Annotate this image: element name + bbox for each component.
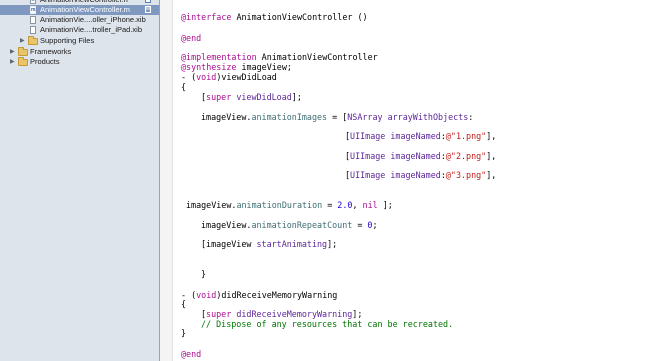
folder-icon — [18, 57, 28, 66]
code-token: )didReceiveMemoryWarning — [216, 290, 338, 300]
navigator-item-label: AnimationViewController.m — [40, 5, 130, 14]
navigator-file[interactable]: m AnimationViewController.m M — [0, 5, 159, 15]
code-token: ]; — [291, 92, 302, 102]
source-file-icon — [30, 26, 36, 34]
code-token: { — [181, 299, 187, 309]
folder-icon — [18, 47, 28, 56]
project-navigator: hAnimationViewController.hAmAnimationVie… — [0, 0, 160, 361]
code-token: = — [352, 220, 368, 230]
code-token: @"3.png" — [445, 170, 487, 180]
code-line[interactable]: } — [201, 268, 206, 280]
code-token: animationImages — [251, 112, 328, 122]
code-line[interactable]: { — [181, 81, 186, 93]
code-token: ], — [486, 170, 497, 180]
code-token: UIImage — [350, 131, 386, 141]
code-token: } — [181, 328, 187, 338]
code-token: imageNamed — [390, 170, 441, 180]
code-token: animationDuration — [236, 200, 323, 210]
navigator-file[interactable]: AnimationVie....oller_iPhone.xib — [0, 15, 159, 25]
code-line[interactable]: imageView.animationRepeatCount = 0; — [201, 219, 378, 231]
code-line[interactable]: [UIImage imageNamed:@"1.png"], — [345, 130, 496, 142]
code-token: startAnimating — [256, 239, 328, 249]
navigator-group[interactable]: ▶ Frameworks — [0, 47, 159, 57]
navigator-group[interactable]: ▶ Products — [0, 57, 159, 67]
code-line[interactable]: - (void)didReceiveMemoryWarning — [181, 289, 337, 301]
code-token: viewDidLoad — [236, 92, 292, 102]
code-token: void — [196, 72, 217, 82]
disclosure-triangle-icon[interactable]: ▶ — [10, 57, 16, 67]
code-token: arrayWithObjects — [387, 112, 469, 122]
source-file-icon: h — [30, 0, 36, 4]
code-token: NSArray — [347, 112, 383, 122]
code-line[interactable]: [UIImage imageNamed:@"2.png"], — [345, 150, 496, 162]
code-token: UIImage — [350, 151, 386, 161]
navigator-item-label: Frameworks — [30, 47, 72, 56]
code-token: AnimationViewController () — [231, 12, 368, 22]
code-token: animationRepeatCount — [251, 220, 353, 230]
code-line[interactable]: [UIImage imageNamed:@"3.png"], — [345, 169, 496, 181]
disclosure-triangle-icon[interactable]: ▶ — [10, 47, 16, 57]
code-token: = [ — [327, 112, 348, 122]
code-line[interactable]: @end — [181, 32, 201, 44]
code-line[interactable]: [super viewDidLoad]; — [201, 91, 302, 103]
scm-status-badge: M — [145, 6, 151, 13]
code-editor[interactable]: @interface AnimationViewController () @en… — [160, 0, 650, 361]
code-token: @"1.png" — [445, 131, 487, 141]
code-token: imageNamed — [390, 131, 441, 141]
code-line[interactable]: @end — [181, 348, 201, 360]
navigator-item-label: AnimationVie....troller_iPad.xib — [40, 25, 142, 34]
code-token: ], — [486, 131, 497, 141]
code-token: imageNamed — [390, 151, 441, 161]
code-line[interactable]: } — [181, 327, 186, 339]
code-line[interactable]: imageView.animationDuration = 2.0, nil ]… — [186, 199, 393, 211]
code-token: , — [352, 200, 363, 210]
scm-status-badge: A — [145, 0, 151, 3]
code-line[interactable]: @interface AnimationViewController () — [181, 11, 368, 23]
code-token: { — [181, 82, 187, 92]
code-token: @end — [181, 33, 202, 43]
folder-icon — [28, 36, 38, 45]
code-token: UIImage — [350, 170, 386, 180]
code-token: 2.0 — [337, 200, 353, 210]
code-token: = — [322, 200, 338, 210]
source-file-icon: m — [30, 6, 36, 14]
code-token: super — [206, 92, 232, 102]
navigator-group[interactable]: ▶ Supporting Files — [0, 36, 159, 46]
code-token: ]; — [327, 239, 338, 249]
navigator-item-label: Supporting Files — [40, 36, 95, 45]
code-token: } — [201, 269, 207, 279]
code-line[interactable]: [imageView startAnimating]; — [201, 238, 337, 250]
code-token: : — [468, 112, 474, 122]
editor-gutter — [160, 0, 173, 361]
code-line[interactable]: - (void)viewDidLoad — [181, 71, 277, 83]
code-token: @"2.png" — [445, 151, 487, 161]
code-token: @interface — [181, 12, 232, 22]
code-token: imageView — [206, 239, 252, 249]
code-token: nil — [362, 200, 378, 210]
code-token: void — [196, 290, 217, 300]
code-token: imageView — [186, 200, 232, 210]
code-token: imageView — [201, 112, 247, 122]
code-line[interactable]: { — [181, 298, 186, 310]
code-token: ; — [372, 220, 378, 230]
navigator-item-label: AnimationVie....oller_iPhone.xib — [40, 15, 146, 24]
code-line[interactable]: imageView.animationImages = [NSArray arr… — [201, 111, 473, 123]
navigator-file[interactable]: AnimationVie....troller_iPad.xib — [0, 25, 159, 35]
navigator-item-label: Products — [30, 57, 60, 66]
code-token: ], — [486, 151, 497, 161]
code-token: @end — [181, 349, 202, 359]
code-token: // Dispose of any resources that can be … — [201, 319, 454, 329]
code-token: )viewDidLoad — [216, 72, 277, 82]
source-file-icon — [30, 16, 36, 24]
code-token: ]; — [377, 200, 393, 210]
disclosure-triangle-icon[interactable]: ▶ — [20, 36, 26, 46]
code-line[interactable]: // Dispose of any resources that can be … — [201, 318, 453, 330]
code-token: imageView — [201, 220, 247, 230]
